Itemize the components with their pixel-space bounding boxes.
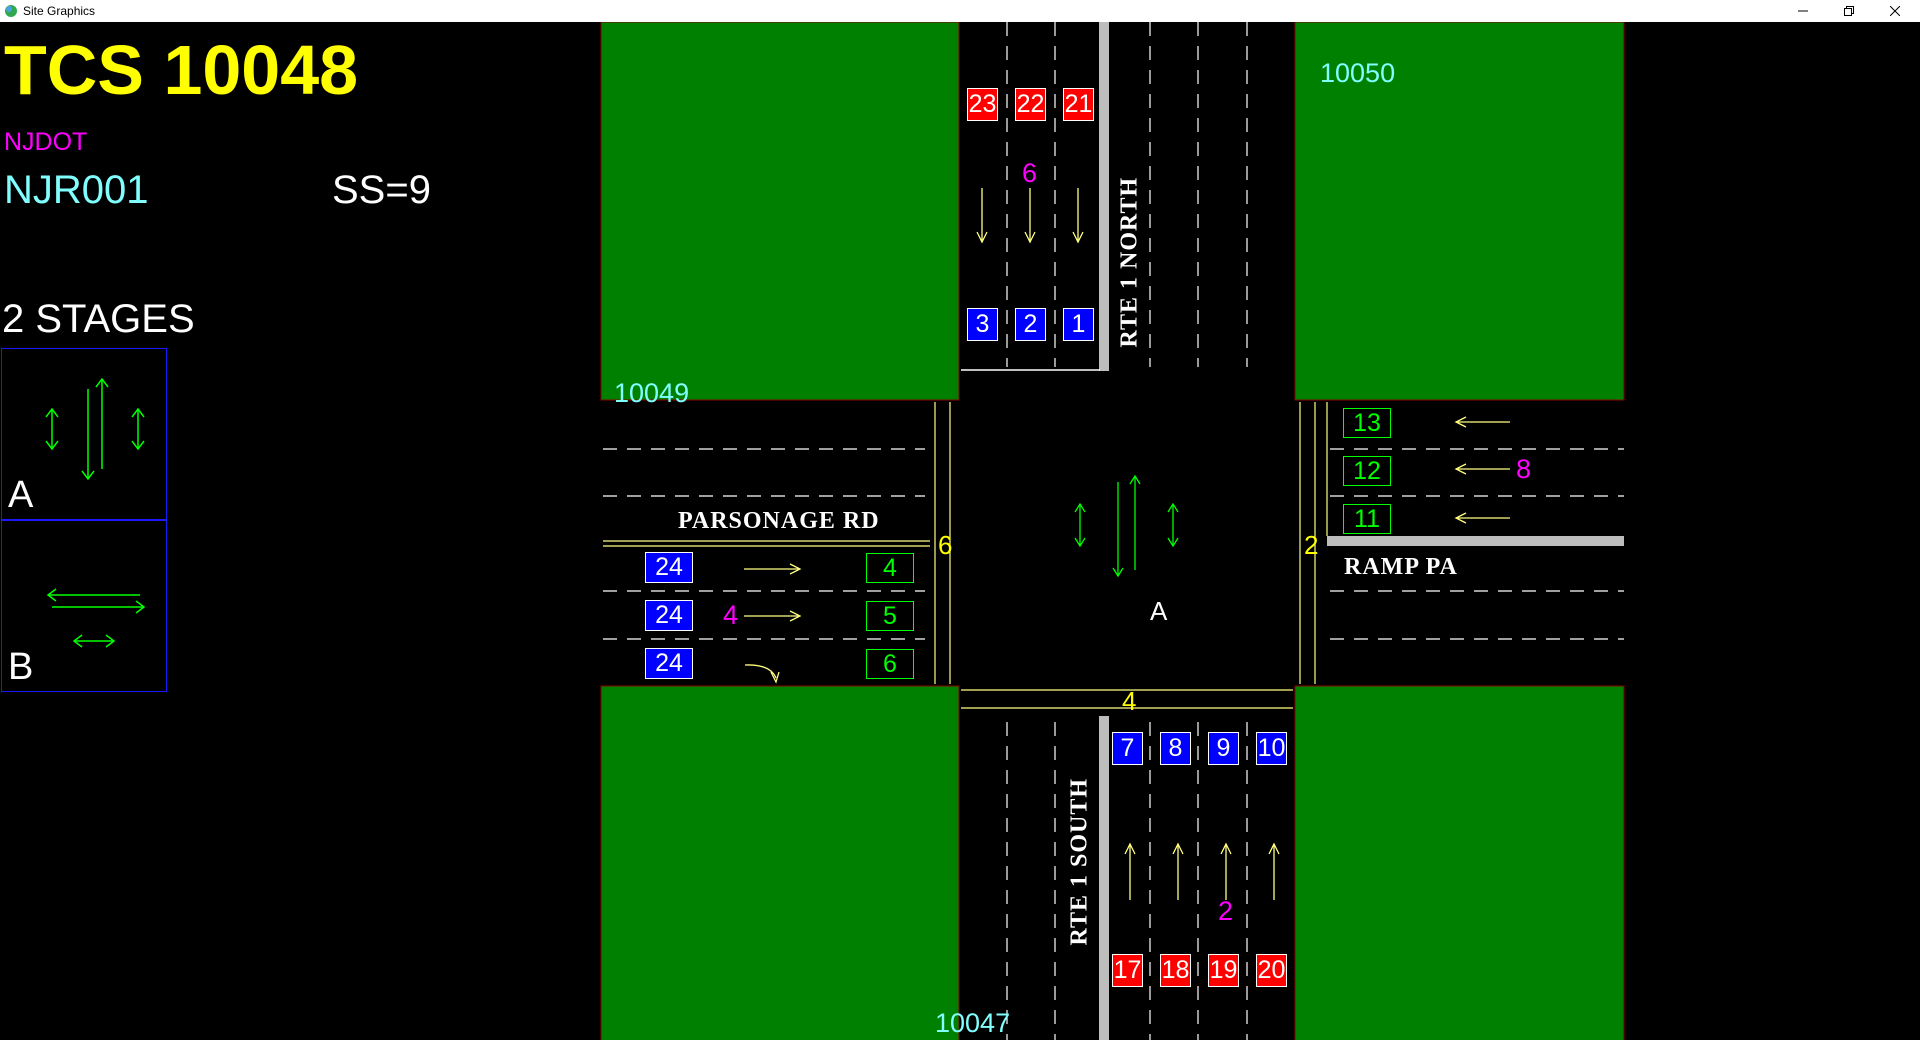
detector-8[interactable]: 8 [1160,732,1191,765]
detector-6[interactable]: 6 [866,649,914,679]
detector-7[interactable]: 7 [1112,732,1143,765]
road-name-north: RTE 1 NORTH [1116,176,1143,348]
node-nw: 10049 [614,378,690,408]
site-graphic-canvas: TCS 10048 NJDOT NJR001 SS=9 2 STAGES A B [0,22,1920,1040]
road-name-south: RTE 1 SOUTH [1066,777,1093,946]
phase-south: 2 [1218,896,1234,926]
median-south [1099,716,1109,1040]
detector-13[interactable]: 13 [1343,408,1391,438]
detector-18[interactable]: 18 [1160,954,1191,987]
detector-21[interactable]: 21 [1063,88,1094,121]
window-title: Site Graphics [23,4,96,18]
detector-1[interactable]: 1 [1063,308,1094,341]
intersection-map [600,22,1625,1040]
window-titlebar: Site Graphics [0,0,1920,22]
detector-19[interactable]: 19 [1208,954,1239,987]
detector-2[interactable]: 2 [1015,308,1046,341]
centre-stage-label: A [1150,596,1168,626]
median-north [1099,22,1109,371]
crossing-east: 2 [1304,530,1319,560]
road-name-west: PARSONAGE RD [678,508,880,534]
detector-4[interactable]: 4 [866,553,914,583]
grass-se [1294,685,1625,1040]
detector-9[interactable]: 9 [1208,732,1239,765]
crossing-south: 4 [1122,686,1137,716]
minimize-button[interactable] [1780,0,1826,22]
restore-icon [1844,6,1854,16]
node-south: 10047 [935,1008,1011,1038]
detector-24-lane1[interactable]: 24 [645,552,693,583]
median-east [1327,536,1624,546]
detector-23[interactable]: 23 [967,88,998,121]
grass-sw [600,685,960,1040]
detector-3[interactable]: 3 [967,308,998,341]
detector-17[interactable]: 17 [1112,954,1143,987]
detector-10[interactable]: 10 [1256,732,1287,765]
detector-12[interactable]: 12 [1343,456,1391,486]
detector-5[interactable]: 5 [866,601,914,631]
detector-24-lane2[interactable]: 24 [645,600,693,631]
close-button[interactable] [1872,0,1918,22]
detector-22[interactable]: 22 [1015,88,1046,121]
close-icon [1890,6,1900,16]
app-icon [5,5,17,17]
phase-west: 4 [723,600,739,630]
detector-20[interactable]: 20 [1256,954,1287,987]
node-ne: 10050 [1320,58,1396,88]
detector-11[interactable]: 11 [1343,504,1391,534]
phase-east: 8 [1516,454,1532,484]
minimize-icon [1798,10,1808,12]
crossing-west: 6 [938,530,953,560]
grass-nw [600,22,960,401]
restore-button[interactable] [1826,0,1872,22]
detector-24-lane3[interactable]: 24 [645,648,693,679]
phase-north: 6 [1022,158,1038,188]
road-name-east: RAMP PA [1344,554,1458,580]
